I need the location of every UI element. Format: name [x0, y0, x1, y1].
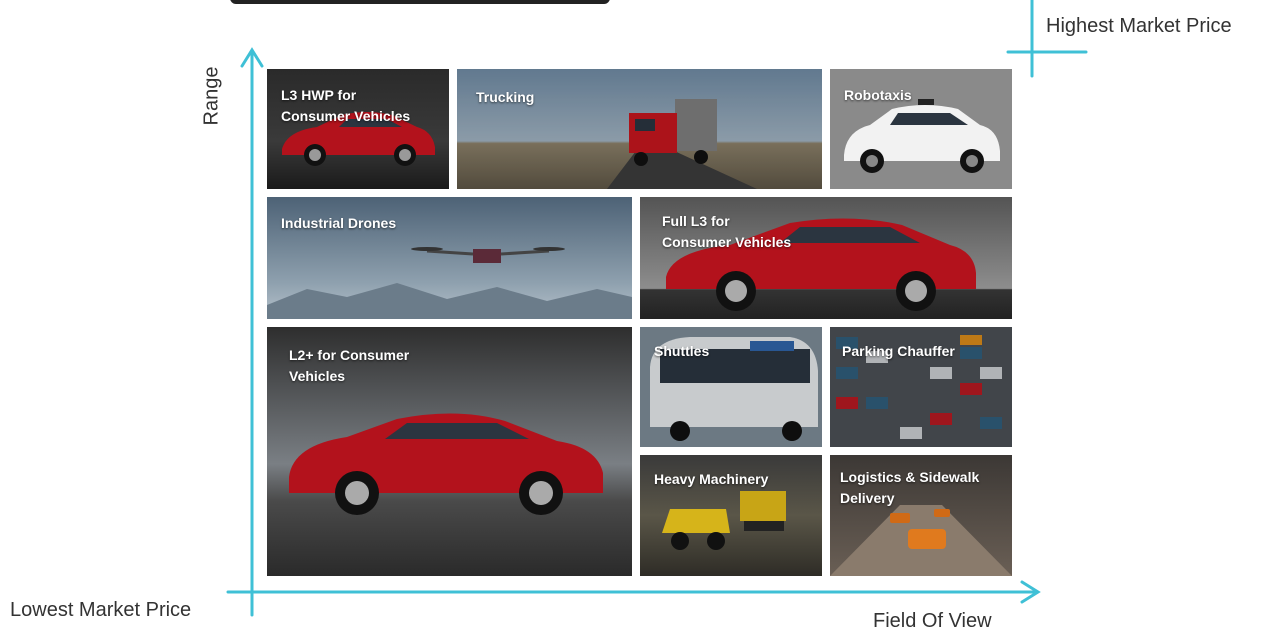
tile-industrial-drones[interactable]: Industrial Drones	[267, 197, 632, 319]
tile-full-l3[interactable]: Full L3 for Consumer Vehicles	[640, 197, 1012, 319]
tile-label: Trucking	[476, 89, 535, 105]
tile-label: Industrial Drones	[281, 215, 397, 231]
tile-parking-chauffer[interactable]: Parking Chauffer	[830, 327, 1012, 447]
highest-price-label: Highest Market Price	[1046, 15, 1232, 37]
tile-label: Robotaxis	[844, 87, 912, 103]
market-diagram: Range Field Of View Lowest Market Price …	[0, 0, 1287, 639]
tile-robotaxis[interactable]: Robotaxis	[830, 69, 1012, 189]
tile-logistics-delivery[interactable]: Logistics & Sidewalk Delivery	[830, 455, 1012, 576]
tile-trucking[interactable]: Trucking	[457, 69, 822, 189]
x-axis-label: Field Of View	[873, 610, 992, 632]
y-axis-label: Range	[200, 66, 223, 126]
tile-label: Logistics & Sidewalk Delivery	[840, 469, 980, 506]
tile-heavy-machinery[interactable]: Heavy Machinery	[640, 455, 822, 576]
tile-l3-hwp[interactable]: L3 HWP for Consumer Vehicles	[267, 69, 449, 189]
tile-label: Full L3 for Consumer Vehicles	[662, 213, 792, 250]
tile-label: Shuttles	[654, 343, 710, 359]
tile-l2-plus[interactable]: L2+ for Consumer Vehicles	[267, 327, 632, 576]
tile-label: L2+ for Consumer Vehicles	[289, 347, 410, 384]
tile-label: Heavy Machinery	[654, 471, 769, 487]
lowest-price-label: Lowest Market Price	[10, 599, 192, 621]
tile-shuttles[interactable]: Shuttles	[640, 327, 822, 447]
tile-label: Parking Chauffer	[842, 343, 955, 359]
tile-label: L3 HWP for Consumer Vehicles	[281, 87, 411, 124]
